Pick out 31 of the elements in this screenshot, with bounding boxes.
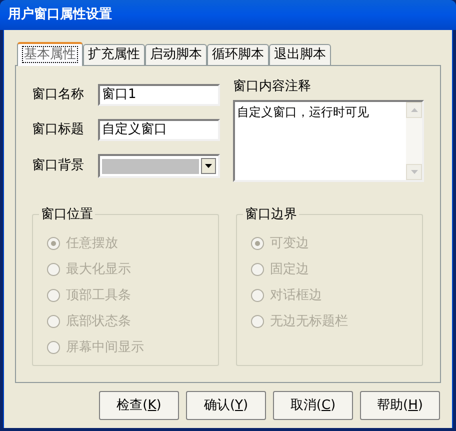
tab[interactable]: 退出脚本 — [269, 44, 331, 65]
field-label: 窗口背景 — [32, 157, 85, 176]
scrollbar[interactable] — [406, 102, 422, 180]
radio-label: 固定边 — [270, 260, 309, 279]
radio-label: 可变边 — [270, 234, 309, 253]
scroll-down-icon[interactable] — [406, 164, 422, 180]
radio-label: 底部状态条 — [66, 312, 131, 331]
tab[interactable]: 基本属性 — [17, 42, 83, 66]
comment-label: 窗口内容注释 — [233, 78, 312, 96]
radio-label: 顶部工具条 — [66, 286, 131, 305]
radio-label: 任意摆放 — [66, 234, 118, 253]
scroll-up-icon[interactable] — [406, 102, 422, 118]
tab[interactable]: 扩充属性 — [83, 44, 145, 65]
radio-label: 屏幕中间显示 — [66, 338, 144, 357]
dialog-button[interactable]: 取消(C) — [273, 391, 353, 420]
radio-label: 最大化显示 — [66, 260, 131, 279]
radio-label: 对话框边 — [270, 286, 322, 305]
radio-label: 无边无标题栏 — [270, 312, 348, 331]
dialog-button[interactable]: 确认(Y) — [186, 391, 266, 420]
comment-textarea[interactable]: 自定义窗口，运行时可见 — [233, 100, 424, 182]
tab[interactable]: 循环脚本 — [207, 44, 269, 65]
window-title: 用户窗口属性设置 — [8, 6, 112, 24]
tab[interactable]: 启动脚本 — [145, 44, 207, 65]
color-dropdown[interactable] — [98, 154, 220, 178]
field-label: 窗口名称 — [32, 86, 85, 104]
comment-text: 自定义窗口，运行时可见 — [236, 104, 370, 120]
field-label: 窗口标题 — [32, 121, 85, 140]
text-field[interactable]: 自定义窗口 — [98, 119, 220, 141]
text-field[interactable]: 窗口1 — [98, 84, 220, 106]
dialog-button[interactable]: 检查(K) — [99, 391, 179, 420]
dialog-button[interactable]: 帮助(H) — [360, 391, 440, 420]
